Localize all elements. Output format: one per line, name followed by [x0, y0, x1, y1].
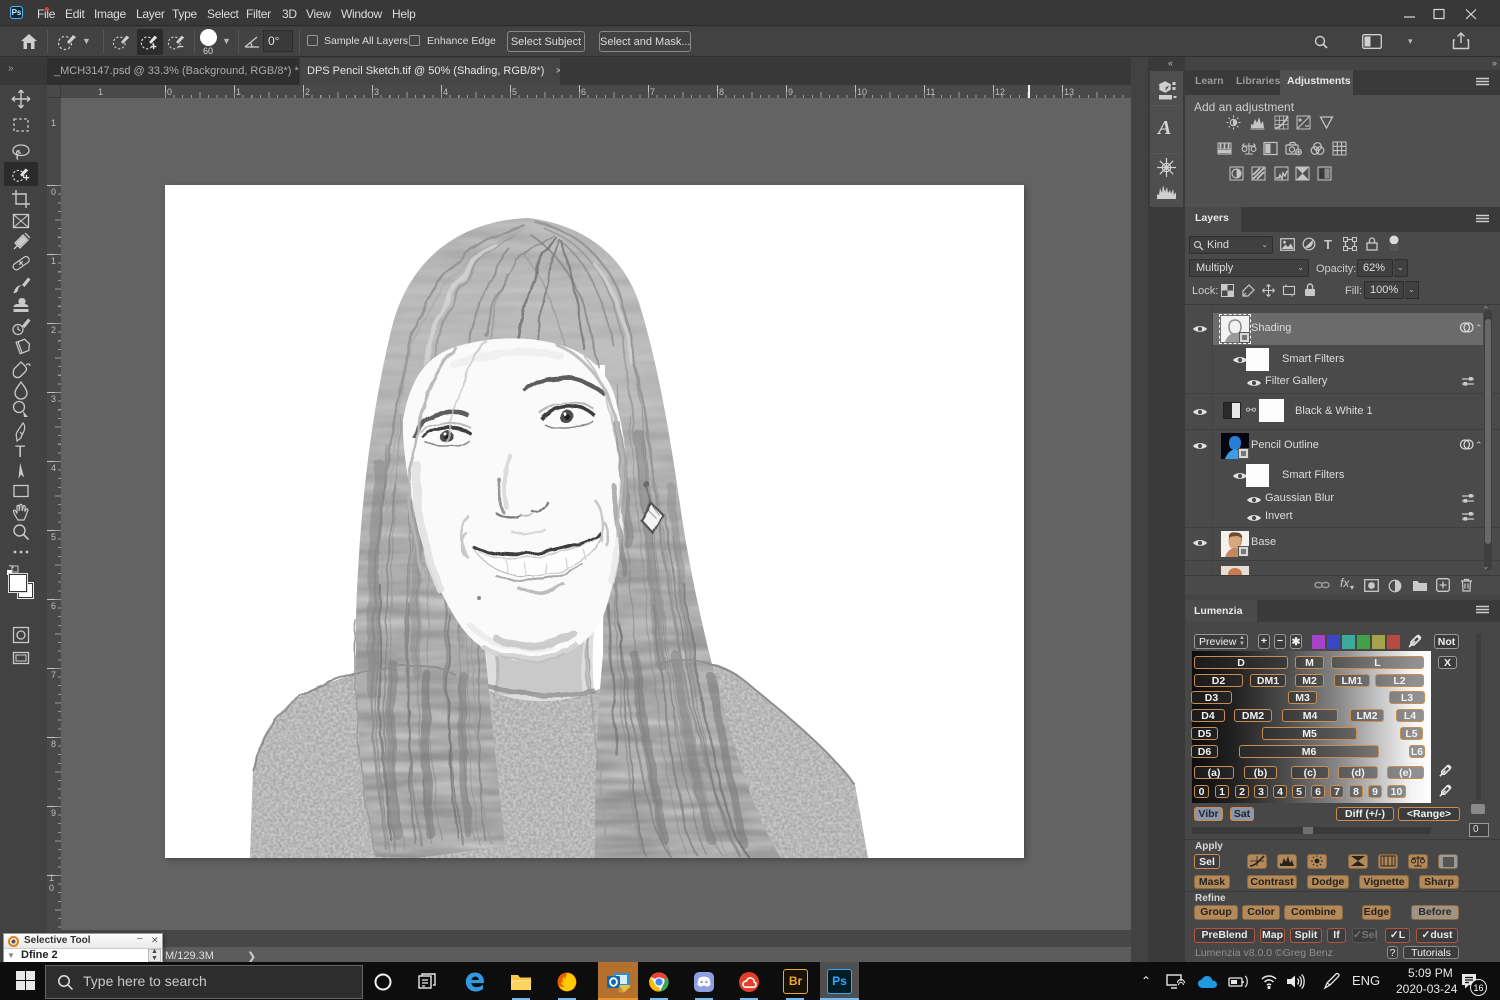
- svg-text:T: T: [15, 442, 25, 461]
